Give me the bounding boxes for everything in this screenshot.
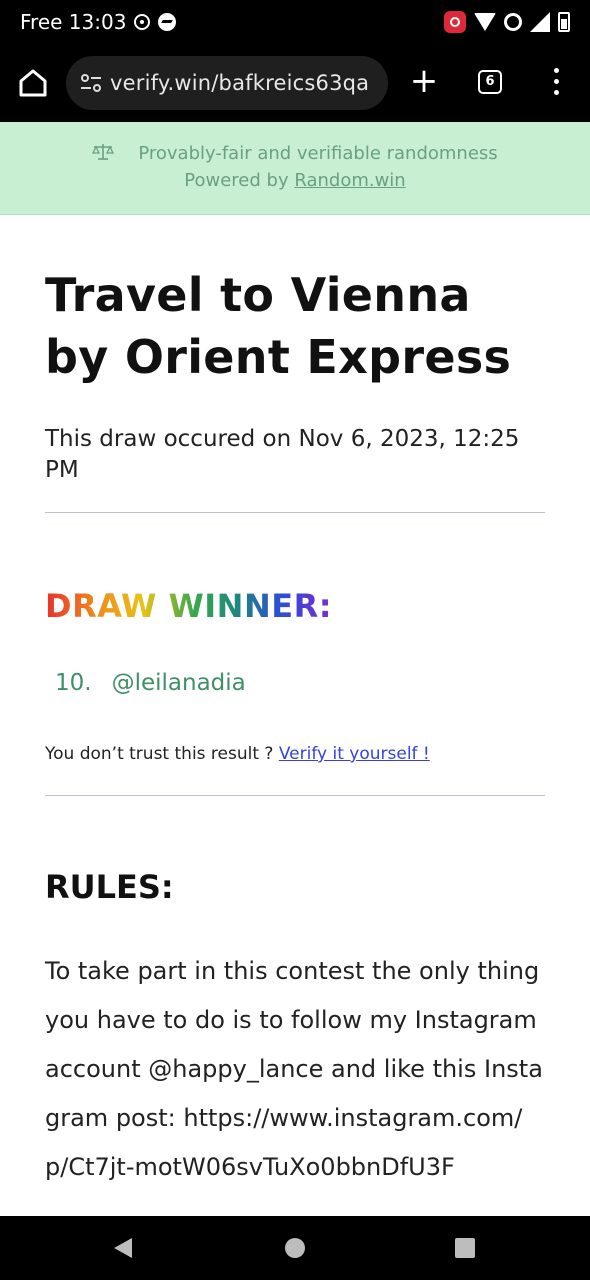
- powered-by-text: Powered by: [184, 170, 295, 191]
- menu-dot-icon: [553, 79, 559, 84]
- data-saver-icon: [504, 13, 522, 31]
- menu-dot-icon: [553, 90, 559, 95]
- winner-number: 10.: [55, 670, 92, 696]
- settings-notification-icon: [134, 14, 151, 30]
- recents-icon[interactable]: [455, 1238, 475, 1258]
- site-settings-icon[interactable]: [80, 73, 102, 93]
- divider: [45, 512, 545, 513]
- banner-tagline: Provably-fair and verifiable randomness: [138, 143, 498, 164]
- system-nav-bar: [0, 1216, 590, 1280]
- home-icon: [19, 69, 47, 97]
- home-button[interactable]: [16, 66, 50, 100]
- scale-icon: [92, 144, 115, 160]
- menu-dot-icon: [553, 68, 559, 73]
- status-time: Free 13:03: [20, 10, 127, 34]
- divider: [45, 795, 545, 796]
- page-title: Travel to Vienna by Orient Express: [45, 268, 512, 384]
- winner-heading: DRAW WINNER:: [45, 587, 333, 625]
- status-right: [444, 8, 570, 36]
- screen-record-icon: [444, 11, 466, 33]
- winner-list-item: 10. @leilanadia: [55, 670, 246, 696]
- home-circle-icon[interactable]: [285, 1238, 305, 1258]
- browser-toolbar: verify.win/bafkreics63qa + 6: [0, 44, 590, 122]
- wifi-icon: [474, 13, 496, 31]
- status-bar: Free 13:03: [0, 0, 590, 44]
- signal-icon: [530, 12, 550, 32]
- overflow-menu-button[interactable]: [548, 68, 564, 98]
- rules-text: To take part in this contest the only th…: [45, 957, 543, 1181]
- banner-line-2: Powered by Random.win: [0, 167, 590, 194]
- rules-heading: RULES:: [45, 868, 174, 906]
- verify-link[interactable]: Verify it yourself !: [279, 744, 430, 764]
- back-icon[interactable]: [114, 1238, 132, 1258]
- provably-fair-banner: Provably-fair and verifiable randomness …: [0, 122, 590, 215]
- status-left: Free 13:03: [20, 8, 177, 36]
- random-win-link[interactable]: Random.win: [294, 170, 405, 191]
- messenger-icon: [158, 13, 177, 31]
- banner-line-1: Provably-fair and verifiable randomness: [0, 140, 590, 167]
- draw-date: This draw occured on Nov 6, 2023, 12:25 …: [45, 426, 520, 483]
- winner-handle: @leilanadia: [111, 670, 246, 696]
- battery-icon: [558, 12, 570, 32]
- url-text[interactable]: verify.win/bafkreics63qa: [110, 56, 369, 110]
- address-bar[interactable]: verify.win/bafkreics63qa: [66, 56, 388, 110]
- trust-line: You don’t trust this result ? Verify it …: [45, 744, 430, 764]
- tab-switcher-button[interactable]: 6: [478, 70, 502, 94]
- trust-text: You don’t trust this result ?: [45, 744, 279, 764]
- new-tab-button[interactable]: +: [406, 64, 442, 100]
